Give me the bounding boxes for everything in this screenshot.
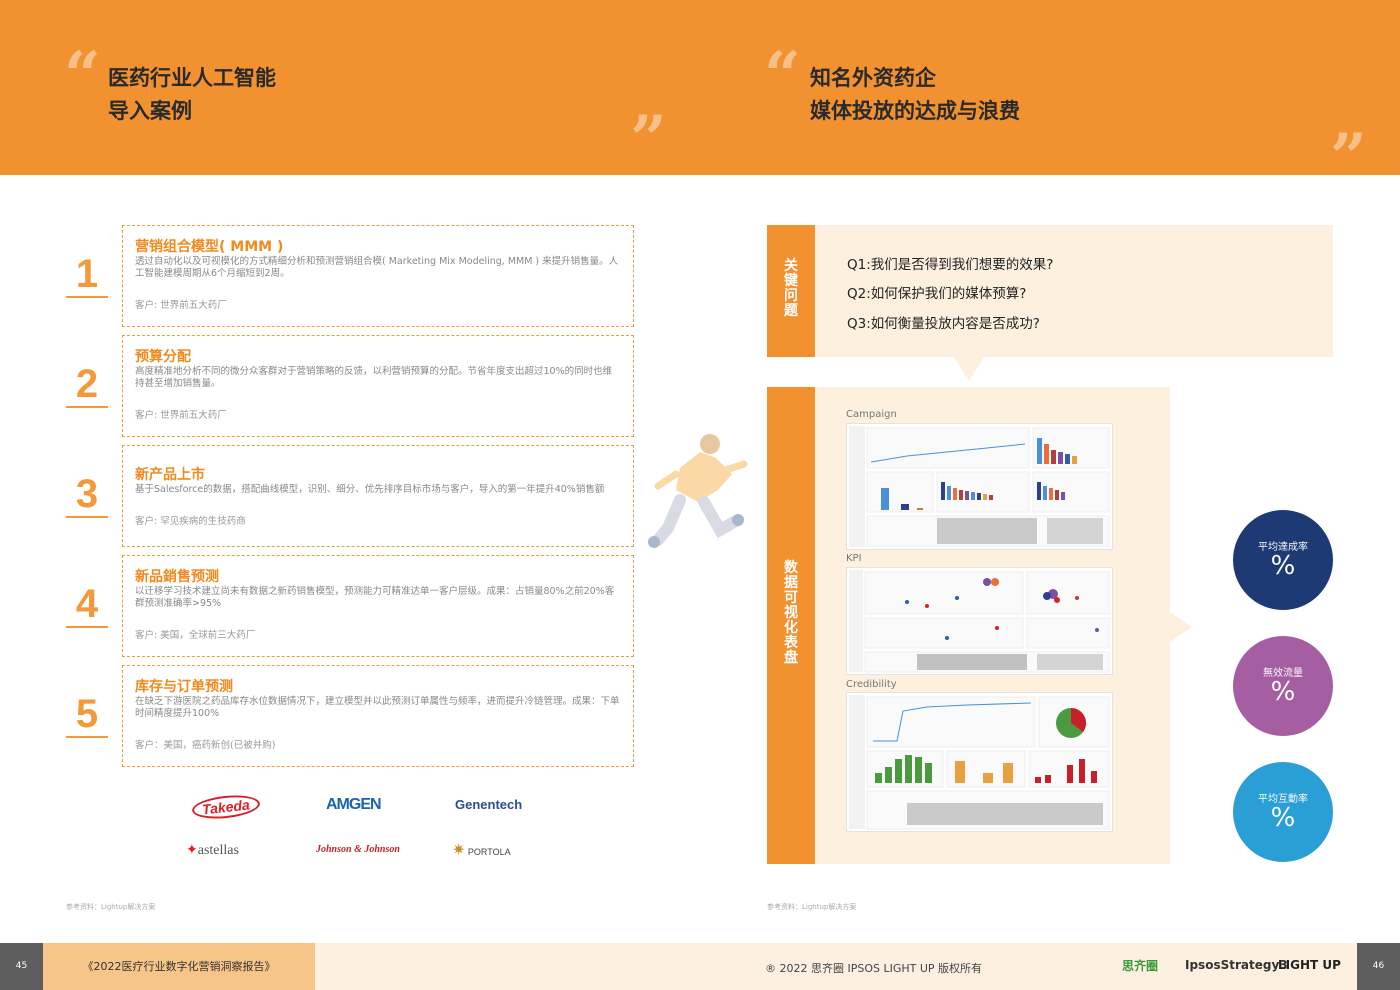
footer: 45 《2022医疗行业数字化营销洞察报告》 ® 2022 思齐圈 IPSOS … xyxy=(0,943,1400,990)
campaign-dashboard-thumbnail xyxy=(846,423,1113,550)
case-description: 在缺乏下游医院之药品库存水位数据情况下，建立模型并以此预测订单属性与频率，进而提… xyxy=(135,696,620,719)
case-underline xyxy=(66,296,108,298)
report-title: 《2022医疗行业数字化营销洞察报告》 xyxy=(43,943,315,990)
case-underline xyxy=(66,516,108,518)
dashboard-label: 数据可视化表盘 xyxy=(784,560,798,666)
key-questions-panel: Q1:我们是否得到我们想要的效果? Q2:如何保护我们的媒体预算? Q3:如何衡… xyxy=(815,225,1333,357)
key-questions-bar: 关键问题 xyxy=(767,225,815,357)
case-client: 客户: 罕见疾病的生技药商 xyxy=(135,516,246,527)
quote-close-icon: ” xyxy=(630,102,667,177)
ipsos-strategy3-logo: IpsosStrategy3 xyxy=(1185,958,1288,972)
case-client: 客户: 美国，全球前三大药厂 xyxy=(135,630,256,641)
page-number-left: 45 xyxy=(0,943,43,990)
key-questions-label: 关键问题 xyxy=(784,258,798,319)
case-title: 新品銷售预测 xyxy=(135,569,219,585)
question-item: Q2:如何保护我们的媒体预算? xyxy=(847,286,1027,302)
case-underline xyxy=(66,406,108,408)
astellas-logo-text: astellas xyxy=(197,843,239,858)
case-card: 预算分配 高度精准地分析不同的微分众客群对于营销策略的反馈，以利营销预算的分配。… xyxy=(122,335,634,437)
case-description: 高度精准地分析不同的微分众客群对于营销策略的反馈，以利营销预算的分配。节省年度支… xyxy=(135,366,613,389)
case-client: 客户: 世界前五大药厂 xyxy=(135,300,227,311)
pointer-arrow-icon xyxy=(954,357,984,381)
right-page-title: 知名外资药企 媒体投放的达成与浪费 xyxy=(810,62,1020,128)
case-number: 3 xyxy=(75,472,99,516)
case-title: 营销组合模型( MMM ) xyxy=(135,239,284,255)
metric-label: 平均互動率 xyxy=(1258,794,1308,805)
case-number: 5 xyxy=(75,692,99,736)
dashboard-arrow-icon xyxy=(1170,612,1192,642)
quote-open-icon: “ xyxy=(764,38,801,113)
case-description: 透过自动化以及可视模化的方式精细分析和预测营销组合模( Marketing Mi… xyxy=(135,256,619,279)
left-title-line2: 导入案例 xyxy=(108,99,192,123)
jnj-logo: Johnson & Johnson xyxy=(316,844,400,855)
case-underline xyxy=(66,626,108,628)
metric-label: 無效流量 xyxy=(1263,668,1303,679)
lightup-logo: LIGHT UP xyxy=(1278,958,1341,972)
case-client: 客户: 世界前五大药厂 xyxy=(135,410,227,421)
metric-value: % xyxy=(1270,803,1296,833)
case-card: 新品銷售预测 以迁移学习技术建立尚未有数据之新药销售模型，预测能力可精准达单一客… xyxy=(122,555,634,657)
portola-logo: ✷ PORTOLA xyxy=(452,842,511,859)
metric-circle-invalid-traffic: 無效流量 % xyxy=(1233,636,1333,736)
dashboard-bar: 数据可视化表盘 xyxy=(767,387,815,864)
copyright-text: ® 2022 思齐圈 IPSOS LIGHT UP 版权所有 xyxy=(765,962,983,975)
case-card: 新产品上市 基于Salesforce的数据，搭配曲线模型，识别、细分、优先排序目… xyxy=(122,445,634,547)
case-title: 库存与订单预测 xyxy=(135,679,233,695)
metric-label: 平均達成率 xyxy=(1258,542,1308,553)
case-number: 4 xyxy=(75,582,99,626)
question-item: Q3:如何衡量投放内容是否成功? xyxy=(847,316,1040,332)
dashboard-section-label: KPI xyxy=(846,553,862,564)
right-title-line2: 媒体投放的达成与浪费 xyxy=(810,99,1020,123)
amgen-logo: AMGEN xyxy=(326,796,382,813)
takeda-logo: Takeda xyxy=(191,792,261,822)
header-band: “ 医药行业人工智能 导入案例 ” “ 知名外资药企 媒体投放的达成与浪费 ” xyxy=(0,0,1400,190)
astellas-logo: ✦astellas xyxy=(186,843,239,858)
page-number-right: 46 xyxy=(1357,943,1400,990)
quote-close-icon: ” xyxy=(1330,120,1367,195)
case-description: 基于Salesforce的数据，搭配曲线模型，识别、细分、优先排序目标市场与客户… xyxy=(135,484,605,495)
case-title: 新产品上市 xyxy=(135,467,205,483)
case-title: 预算分配 xyxy=(135,349,191,365)
metric-value: % xyxy=(1270,677,1296,707)
left-title-line1: 医药行业人工智能 xyxy=(108,66,276,90)
case-client: 客户：美国，癌药新创(已被并购) xyxy=(135,740,276,751)
case-number: 1 xyxy=(75,252,99,296)
left-page-title: 医药行业人工智能 导入案例 xyxy=(108,62,276,128)
case-description: 以迁移学习技术建立尚未有数据之新药销售模型，预测能力可精准达单一客户层级。成果：… xyxy=(135,586,615,609)
credibility-dashboard-thumbnail xyxy=(846,692,1113,832)
right-title-line1: 知名外资药企 xyxy=(810,66,936,90)
reference-note-left: 参考资料：Lightup解决方案 xyxy=(66,903,156,911)
reference-note-right: 参考资料：Lightup解决方案 xyxy=(767,903,857,911)
case-card: 营销组合模型( MMM ) 透过自动化以及可视模化的方式精细分析和预测营销组合模… xyxy=(122,225,634,327)
metric-circle-engagement: 平均互動率 % xyxy=(1233,762,1333,862)
kpi-dashboard-thumbnail xyxy=(846,567,1113,675)
quote-open-icon: “ xyxy=(64,38,101,113)
siqiquan-logo: 思齐圈 xyxy=(1122,959,1159,973)
runner-illustration xyxy=(648,434,748,548)
case-number: 2 xyxy=(75,362,99,406)
dashboard-section-label: Credibility xyxy=(846,679,897,690)
portola-logo-text: PORTOLA xyxy=(467,847,511,857)
case-underline xyxy=(66,736,108,738)
metric-circle-reach: 平均達成率 % xyxy=(1233,510,1333,610)
case-card: 库存与订单预测 在缺乏下游医院之药品库存水位数据情况下，建立模型并以此预测订单属… xyxy=(122,665,634,767)
dashboard-panel: Campaign KPI Credibility xyxy=(815,387,1170,864)
question-item: Q1:我们是否得到我们想要的效果? xyxy=(847,257,1054,273)
metric-value: % xyxy=(1270,551,1296,581)
genentech-logo: Genentech xyxy=(455,797,523,812)
dashboard-section-label: Campaign xyxy=(846,409,897,420)
